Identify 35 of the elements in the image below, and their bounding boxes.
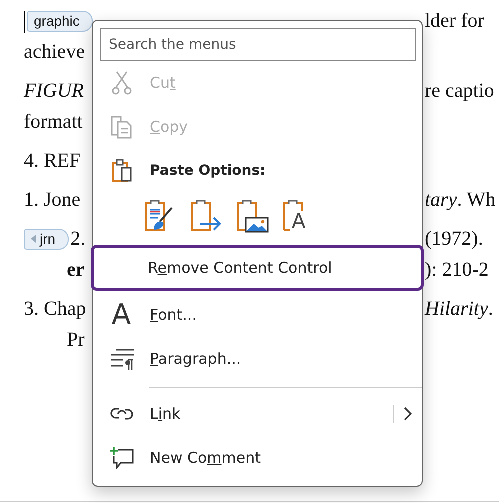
document-text: 3. Chap — [24, 298, 86, 321]
content-control-tag[interactable]: graphic — [27, 11, 93, 32]
menu-item[interactable]: Remove Content Control — [91, 245, 424, 291]
document-text: lder for — [425, 10, 484, 33]
scissors-icon — [112, 71, 132, 95]
document-text: 2. — [70, 228, 86, 251]
paragraph-icon — [110, 348, 134, 370]
new-comment-icon — [110, 447, 134, 469]
paste-option-button[interactable] — [234, 198, 272, 236]
search-field[interactable]: Search the menus — [100, 28, 416, 61]
document-text: re captio — [425, 80, 494, 103]
document-text: tary. Wh — [425, 189, 496, 212]
paste-text-button[interactable]: A — [280, 198, 318, 236]
menu-item[interactable]: New Comment — [93, 436, 422, 480]
menu-item[interactable]: Paragraph... — [93, 337, 422, 381]
document-text: ): 210-2 — [425, 259, 489, 282]
clipboard-icon — [110, 159, 132, 183]
content-control-tag[interactable]: jrn — [24, 229, 69, 250]
link-icon — [110, 405, 134, 423]
copy-icon — [110, 115, 134, 139]
document-text: Pr — [67, 329, 85, 352]
chevron-right-icon — [404, 407, 412, 421]
document-text: achieve — [24, 41, 86, 64]
document-text: er — [67, 259, 85, 282]
menu-item[interactable]: Link — [93, 392, 422, 436]
document-text: Hilarity. — [425, 298, 494, 321]
menu-item[interactable]: A Font... — [93, 293, 422, 337]
document-text: FIGUR — [24, 80, 84, 103]
document-text: formatt — [24, 111, 83, 134]
triangle-icon — [31, 235, 37, 243]
document-text: 4. REF — [24, 150, 81, 173]
font-icon: A — [112, 301, 132, 329]
menu-section-header: Paste Options: — [150, 163, 266, 179]
document-text: 1. Jone — [24, 189, 81, 212]
document-text: (1972). — [425, 228, 484, 251]
